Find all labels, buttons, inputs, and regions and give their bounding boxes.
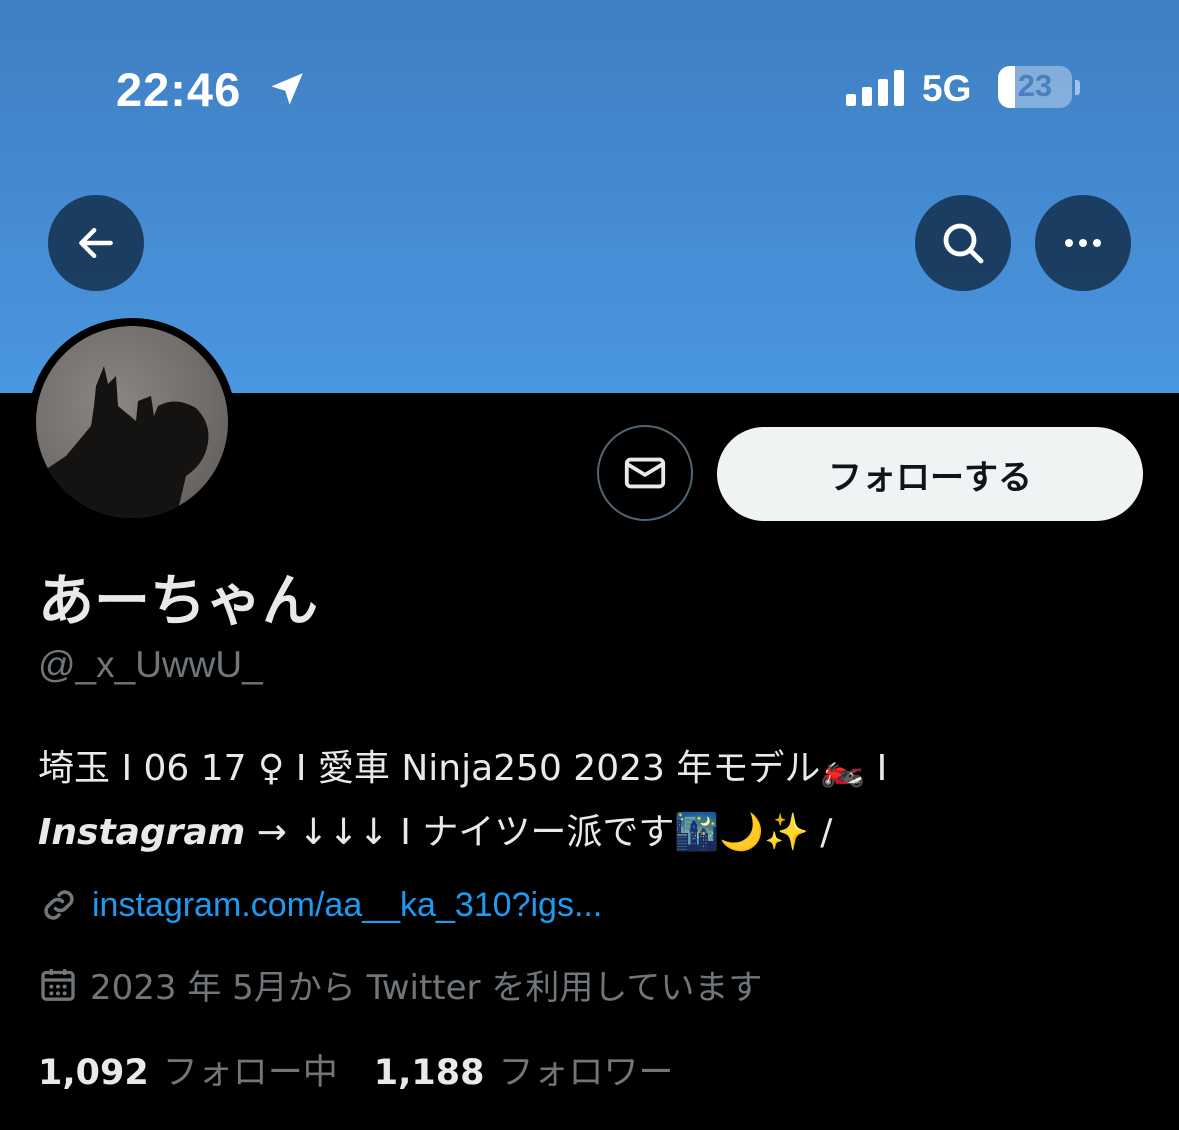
joined-date: 2023 年 5月から Twitter を利用しています xyxy=(90,968,763,1008)
status-bar: 22:46 5G 23 xyxy=(0,0,1179,180)
followers-label: フォロワー xyxy=(498,1053,674,1093)
profile-link-row: instagram.com/aa__ka_310?igs... xyxy=(38,884,602,926)
user-handle: @_x_UwwU_ xyxy=(38,644,263,685)
profile-bio: 埼玉 I 06 17 ♀ I 愛車 Ninja250 2023 年モデル🏍️ I… xyxy=(38,737,1148,865)
followers-stat[interactable]: 1,188 フォロワー xyxy=(374,1044,674,1095)
following-label: フォロー中 xyxy=(162,1053,338,1093)
avatar[interactable] xyxy=(28,318,236,526)
bio-instagram-text: Instagram xyxy=(38,812,246,853)
envelope-icon xyxy=(624,457,666,489)
message-button[interactable] xyxy=(597,425,693,521)
bio-line-2: Instagram → ↓↓↓ I ナイツー派です🌃🌙✨ / xyxy=(38,801,1148,865)
bio-line-1: 埼玉 I 06 17 ♀ I 愛車 Ninja250 2023 年モデル🏍️ I xyxy=(38,748,888,789)
followers-count: 1,188 xyxy=(373,1053,485,1093)
follow-button[interactable]: フォローする xyxy=(717,427,1143,521)
back-button[interactable] xyxy=(48,195,144,291)
location-arrow-icon xyxy=(271,73,303,105)
battery-level: 23 xyxy=(1017,68,1053,103)
status-time: 22:46 xyxy=(116,63,242,116)
more-button[interactable] xyxy=(1035,195,1131,291)
following-count: 1,092 xyxy=(38,1053,149,1093)
following-stat[interactable]: 1,092 フォロー中 xyxy=(38,1044,338,1095)
search-button[interactable] xyxy=(915,195,1011,291)
more-horizontal-icon xyxy=(1065,239,1101,247)
battery-icon: 23 xyxy=(998,66,1082,110)
follow-stats: 1,092 フォロー中 1,188 フォロワー xyxy=(38,1044,673,1095)
cellular-signal-icon xyxy=(846,70,904,106)
avatar-image xyxy=(36,366,209,518)
network-type: 5G xyxy=(922,68,972,109)
search-icon xyxy=(943,223,984,264)
display-name: あーちゃん xyxy=(38,569,318,634)
arrow-left-icon xyxy=(79,227,113,259)
link-icon xyxy=(44,890,74,920)
calendar-icon xyxy=(41,968,75,1001)
profile-link[interactable]: instagram.com/aa__ka_310?igs... xyxy=(92,886,602,925)
bio-line-2-text: → ↓↓↓ I ナイツー派です🌃🌙✨ / xyxy=(245,812,833,853)
joined-date-row: 2023 年 5月から Twitter を利用しています xyxy=(38,960,762,1009)
